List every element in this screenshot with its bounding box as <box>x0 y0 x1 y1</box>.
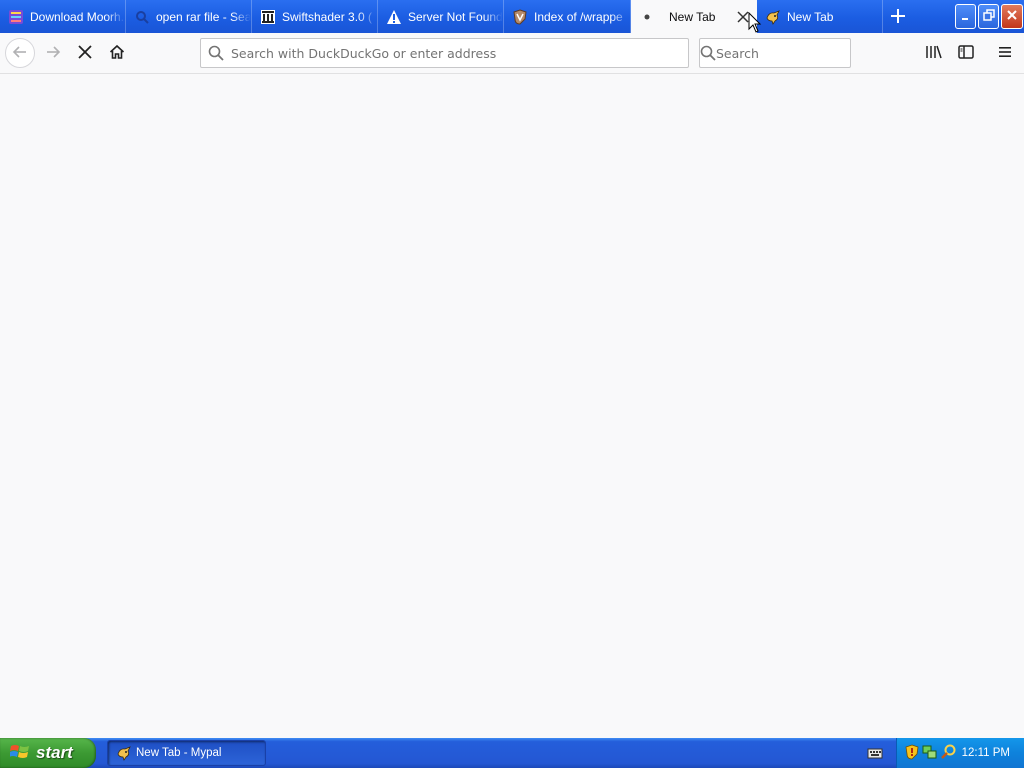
system-tray: 12:11 PM <box>896 738 1024 768</box>
taskbar-item-label: New Tab - Mypal <box>136 747 222 759</box>
navigation-toolbar <box>0 33 1024 74</box>
plus-icon <box>891 8 905 26</box>
app-grid-icon <box>8 9 24 25</box>
mypal-icon <box>116 745 132 761</box>
shield-icon <box>512 8 528 25</box>
search-icon <box>134 9 150 25</box>
tab-new-tab-active[interactable]: New Tab <box>631 0 757 33</box>
page-content[interactable] <box>0 74 1024 738</box>
tab-swiftshader[interactable]: Swiftshader 3.0 ( <box>252 0 378 33</box>
tab-label: Swiftshader 3.0 ( <box>282 9 373 24</box>
taskbar: start New Tab - Mypal 12:11 PM <box>0 738 1024 768</box>
restore-icon <box>982 9 995 24</box>
search-input[interactable] <box>716 40 872 66</box>
keyboard-icon[interactable] <box>867 745 883 761</box>
tab-label: Index of /wrappe <box>534 9 623 24</box>
library-button[interactable] <box>919 38 949 68</box>
minimize-icon <box>961 10 971 24</box>
tab-label: Server Not Found <box>408 9 503 24</box>
tab-label: New Tab <box>669 9 716 24</box>
tab-open-rar-file[interactable]: open rar file - Sea <box>126 0 252 33</box>
mypal-icon <box>765 9 781 25</box>
hamburger-menu-icon <box>998 46 1012 61</box>
tab-new-tab[interactable]: New Tab <box>757 0 883 33</box>
loading-dot-icon <box>639 9 655 25</box>
tab-label: New Tab <box>787 9 834 24</box>
tab-label: open rar file - Sea <box>156 9 251 24</box>
search-bar[interactable] <box>699 38 872 68</box>
search-tray-icon[interactable] <box>941 744 957 763</box>
start-label: start <box>36 743 73 762</box>
back-button[interactable] <box>5 38 35 68</box>
taskbar-item-mypal[interactable]: New Tab - Mypal <box>107 740 266 766</box>
tab-label: Download Moorh... <box>30 9 125 24</box>
security-shield-icon[interactable] <box>905 744 919 763</box>
new-tab-button[interactable] <box>884 4 912 30</box>
arrow-left-icon <box>12 44 28 63</box>
library-icon <box>925 44 943 63</box>
close-icon <box>1006 9 1018 24</box>
forward-button[interactable] <box>38 38 68 68</box>
stop-icon <box>78 44 92 62</box>
menu-button[interactable] <box>990 38 1020 68</box>
tab-strip: Download Moorh... open rar file - Sea Sw… <box>0 0 1024 33</box>
tab-server-not-found[interactable]: Server Not Found <box>378 0 504 33</box>
home-button[interactable] <box>102 38 132 68</box>
system-clock[interactable]: 12:11 PM <box>962 747 1010 759</box>
arrow-right-icon <box>45 44 61 63</box>
address-bar[interactable] <box>200 38 689 68</box>
sidebar-icon <box>958 44 974 62</box>
close-window-button[interactable] <box>1001 4 1023 29</box>
address-input[interactable] <box>231 40 688 66</box>
tab-download-moorhuhn[interactable]: Download Moorh... <box>0 0 126 33</box>
sidebar-button[interactable] <box>951 38 981 68</box>
search-icon <box>201 45 231 61</box>
stop-button[interactable] <box>70 38 100 68</box>
tab-index-of-wrapper[interactable]: Index of /wrappe <box>504 0 631 33</box>
bank-icon <box>260 9 276 25</box>
start-button[interactable]: start <box>0 738 96 768</box>
minimize-button[interactable] <box>955 4 976 29</box>
warning-icon <box>386 9 402 25</box>
network-icon[interactable] <box>922 744 938 763</box>
mouse-cursor-icon <box>748 11 762 37</box>
windows-logo-icon <box>9 743 30 764</box>
home-icon <box>109 44 125 63</box>
restore-button[interactable] <box>978 4 999 29</box>
search-icon <box>700 45 716 61</box>
